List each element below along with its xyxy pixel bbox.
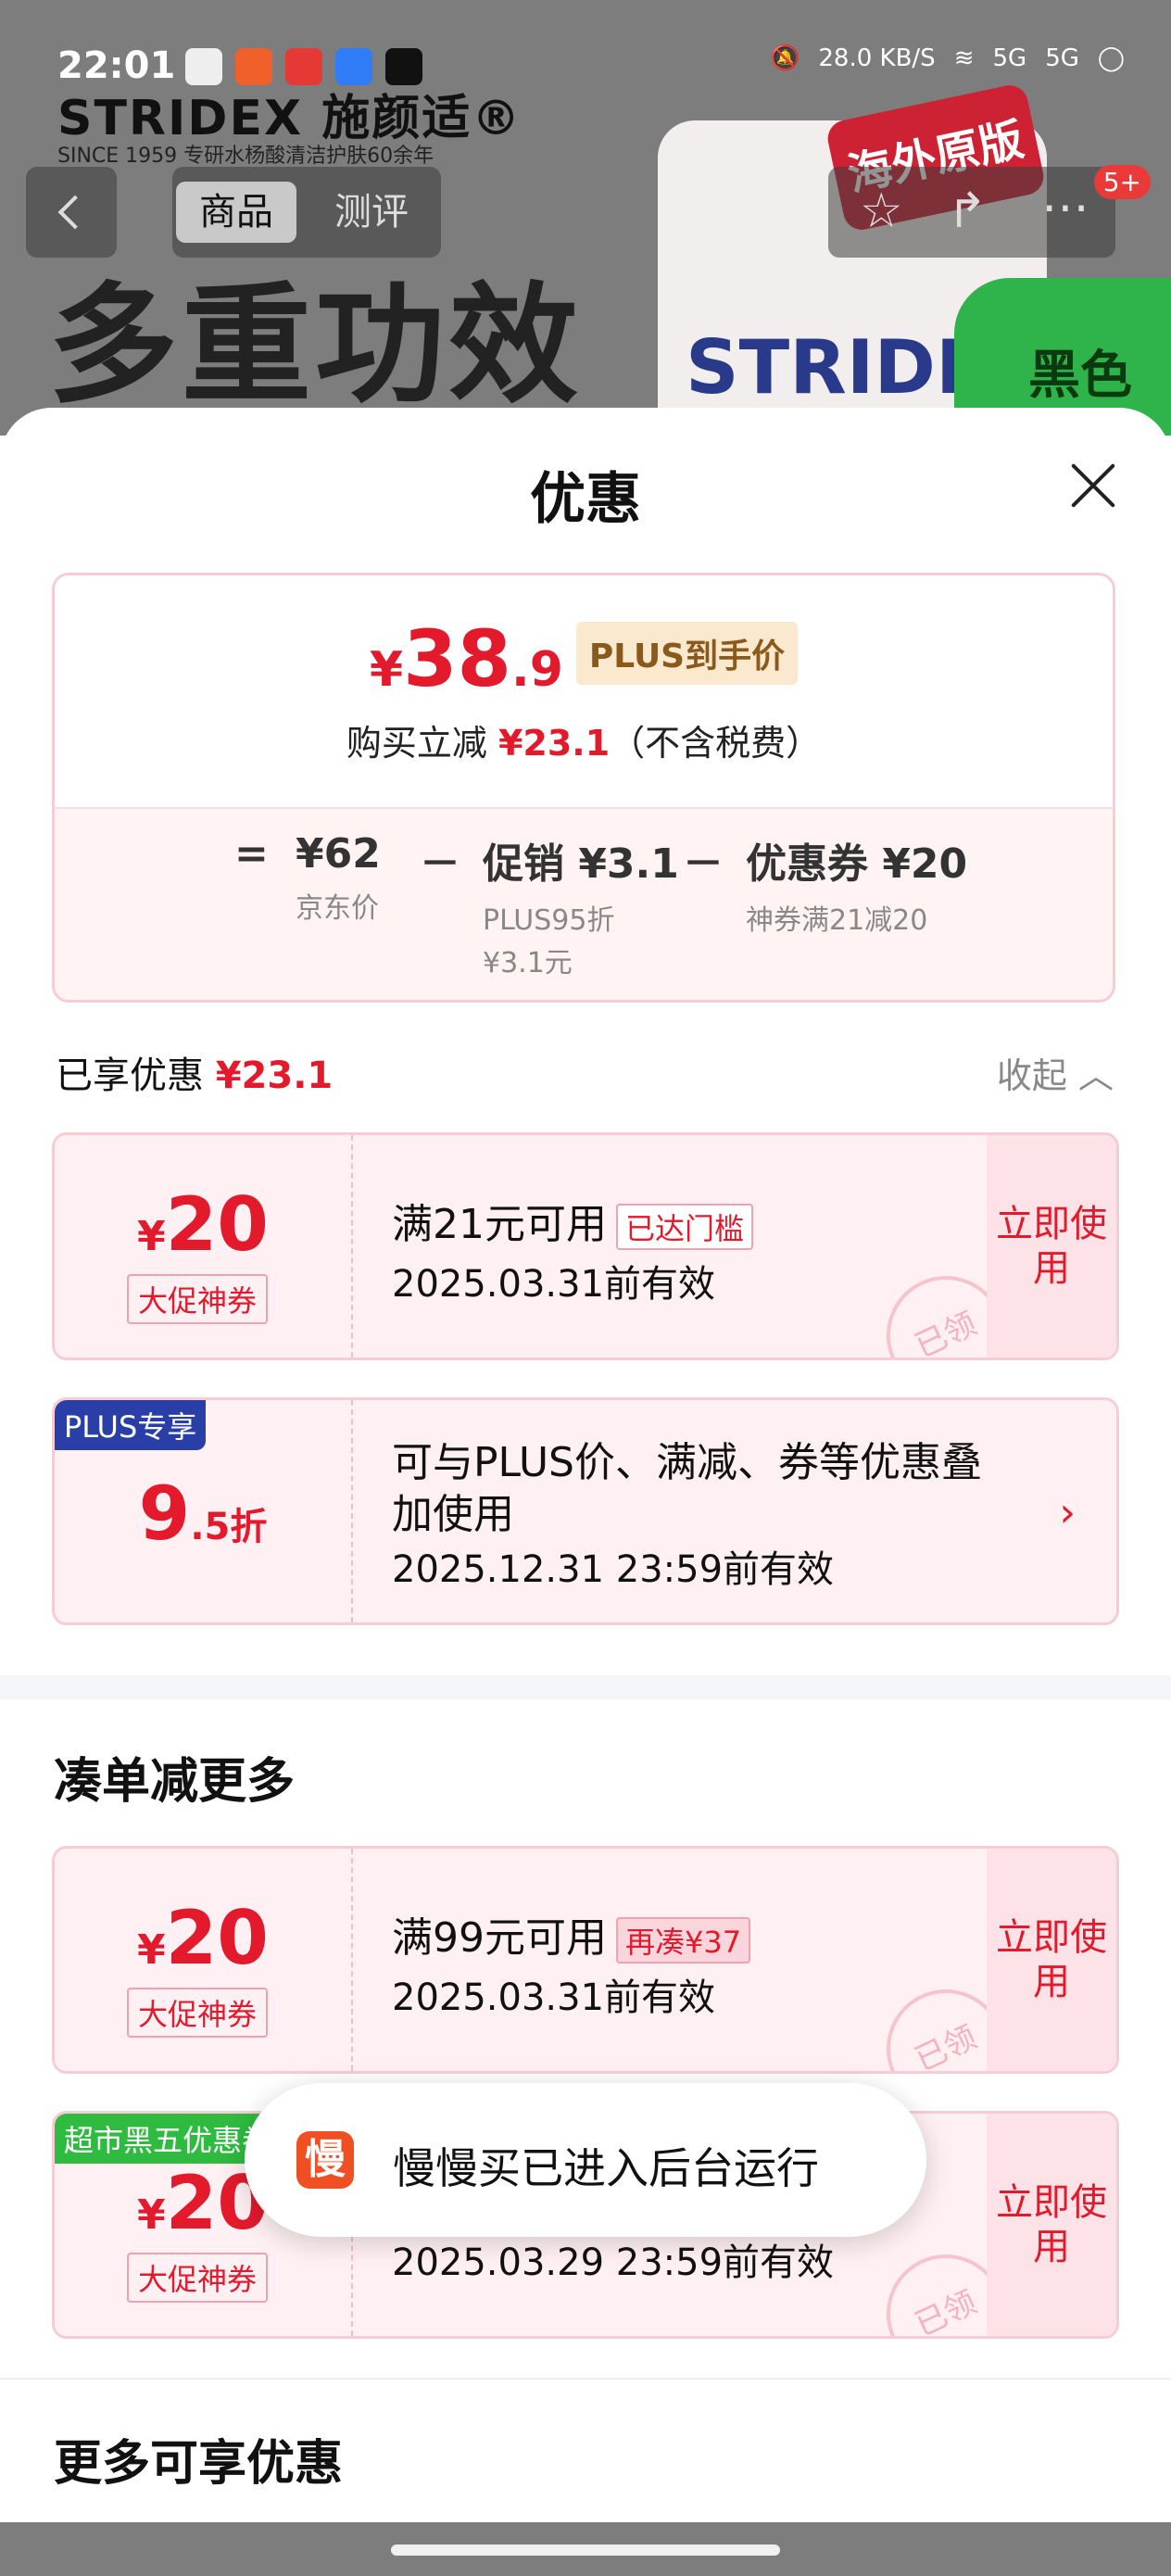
savings-amount: ¥23.1 (497, 723, 611, 764)
plus-exclusive-ribbon: PLUS专享 (55, 1400, 207, 1450)
plus-price-tag: PLUS到手价 (575, 622, 799, 685)
signal-label-1: 5G (992, 44, 1027, 72)
promo-discount-value: 促销 ¥3.1 (483, 840, 679, 888)
use-now-button[interactable]: 立即使用 (987, 1849, 1116, 2071)
coupon-currency: ¥ (137, 1926, 166, 1974)
discount-integer: 9 (138, 1471, 191, 1557)
section-title-more: 凑单减更多 (54, 1754, 296, 1810)
wifi-icon: ≋ (953, 44, 975, 72)
coupon-threshold-tag: 已达门槛 (616, 1204, 754, 1250)
coupon-gap-tag: 再凑¥37 (616, 1917, 751, 1964)
promo-discount: 促销 ¥3.1 PLUS95折 ¥3.1元 (483, 830, 679, 980)
discount-expiry: 2025.12.31 23:59前有效 (392, 1548, 835, 1591)
plus-discount-value: 9.5折 (55, 1471, 351, 1557)
coupon-discount-value: 优惠券 ¥20 (746, 840, 968, 888)
app-icon: 慢 (296, 2131, 354, 2189)
coupon-amount: ¥20 (55, 1895, 351, 1981)
more-icon[interactable]: ⋯ (1041, 180, 1089, 235)
brand-logo: STRIDEX 施颜适® (57, 91, 523, 146)
discount-decimal: .5折 (190, 1506, 268, 1548)
coupon-condition-text: 满99元可用 (392, 1914, 607, 1962)
coupon-currency: ¥ (137, 2191, 166, 2239)
jd-price-label: 京东价 (296, 892, 379, 925)
product-page-background: 22:01 🔕 28.0 KB/S ≋ 5G 5G ◯ STRIDEX 施颜适®… (0, 0, 1171, 436)
header-actions: ☆ ↱ ⋯ (828, 167, 1115, 258)
star-icon[interactable]: ☆ (860, 183, 903, 239)
mute-icon: 🔕 (770, 44, 800, 72)
discount-condition: 可与PLUS价、满减、券等优惠叠加使用 (392, 1439, 982, 1538)
use-now-button[interactable]: 立即使用 (987, 2114, 1116, 2336)
tab-goods[interactable]: 商品 (176, 182, 296, 243)
sheet-title: 优惠 (530, 467, 641, 532)
minus-sign-2: － (683, 840, 724, 888)
coupon-amount: ¥20 (55, 1181, 351, 1268)
section-divider (0, 1675, 1171, 1699)
brand-tagline: SINCE 1959 专研水杨酸清洁护肤60余年 (57, 145, 434, 168)
promo-note-1: PLUS95折 (483, 904, 615, 937)
promo-note-2: ¥3.1元 (483, 947, 573, 979)
minus-sign-1: － (420, 840, 460, 888)
currency-symbol: ¥ (369, 642, 404, 698)
jd-price: ¥62 京东价 (296, 830, 381, 926)
background-run-toast: 慢 慢慢买已进入后台运行 (245, 2083, 926, 2237)
promo-corner-label: 黑色 (1028, 346, 1132, 406)
savings-suffix: （不含税费） (610, 723, 822, 764)
coupon-discount: 优惠券 ¥20 神券满21减20 (746, 830, 967, 938)
coupon-condition: 满99元可用 再凑¥37 (392, 1904, 751, 1964)
close-icon[interactable] (1067, 460, 1119, 511)
coupon-expiry: 2025.03.29 23:59前有效 (392, 2241, 835, 2284)
navigation-bar (0, 2522, 1171, 2576)
use-now-button[interactable]: 立即使用 (987, 1135, 1116, 1357)
enjoyed-amount: ¥23.1 (215, 1054, 334, 1097)
price-decimal: .9 (510, 642, 563, 698)
jd-price-value: ¥62 (296, 830, 381, 878)
coupon-card[interactable]: ¥20 大促神券 满99元可用 再凑¥37 2025.03.31前有效 已领 立即… (52, 1846, 1119, 2074)
coupon-type: 大促神券 (127, 1988, 269, 2038)
section-title-extra: 更多可享优惠 (54, 2436, 344, 2492)
plus-discount-card[interactable]: PLUS专享 9.5折 可与PLUS价、满减、券等优惠叠加使用 2025.12.… (52, 1397, 1119, 1625)
tab-review[interactable]: 测评 (311, 182, 432, 243)
coupon-currency: ¥ (137, 1213, 166, 1260)
system-indicators: 🔕 28.0 KB/S ≋ 5G 5G ◯ (770, 44, 1125, 72)
coupon-discount-note: 神券满21减20 (746, 904, 928, 937)
savings-prefix: 购买立减 (346, 723, 487, 764)
final-price: ¥38.9 (369, 620, 563, 698)
savings-line: 购买立减 ¥23.1（不含税费） (55, 714, 1113, 765)
enjoyed-discount: 已享优惠 ¥23.1 (56, 1045, 333, 1099)
price-summary-card: ¥38.9 PLUS到手价 购买立减 ¥23.1（不含税费） = ¥62 京东价… (52, 573, 1115, 1003)
coupon-card[interactable]: ¥20 大促神券 满21元可用 已达门槛 2025.03.31前有效 已领 立即使… (52, 1132, 1119, 1360)
price-integer: 38 (403, 613, 511, 704)
battery-icon: ◯ (1097, 44, 1125, 72)
coupon-expiry: 2025.03.31前有效 (392, 1263, 716, 1306)
signal-label-2: 5G (1045, 44, 1079, 72)
home-indicator[interactable] (391, 2544, 780, 2556)
coupon-amount-value: 20 (165, 1895, 269, 1981)
coupon-type: 大促神券 (127, 2253, 269, 2303)
product-tabs: 商品 测评 (172, 167, 441, 258)
coupon-type: 大促神券 (127, 1274, 269, 1324)
network-speed: 28.0 KB/S (818, 44, 936, 72)
toast-text: 慢慢买已进入后台运行 (393, 2143, 819, 2193)
coupon-condition-text: 满21元可用 (392, 1201, 607, 1248)
equals-sign: = (234, 830, 269, 878)
coupon-amount-value: 20 (165, 1181, 269, 1268)
coupon-condition: 满21元可用 已达门槛 (392, 1191, 754, 1250)
coupon-expiry: 2025.03.31前有效 (392, 1976, 716, 2019)
final-price-row: ¥38.9 PLUS到手价 (55, 620, 1113, 698)
thin-divider (0, 2378, 1171, 2380)
back-button[interactable] (26, 167, 117, 258)
discount-sheet: 优惠 ¥38.9 PLUS到手价 购买立减 ¥23.1（不含税费） = ¥62 … (0, 408, 1171, 2576)
message-badge: 5+ (1093, 165, 1151, 199)
collapse-button[interactable]: 收起 ︿ (997, 1047, 1114, 1098)
promo-headline: 多重功效 (48, 271, 583, 422)
share-icon[interactable]: ↱ (947, 183, 988, 239)
chevron-right-icon[interactable]: › (1059, 1489, 1076, 1536)
enjoyed-label: 已享优惠 (56, 1054, 204, 1097)
